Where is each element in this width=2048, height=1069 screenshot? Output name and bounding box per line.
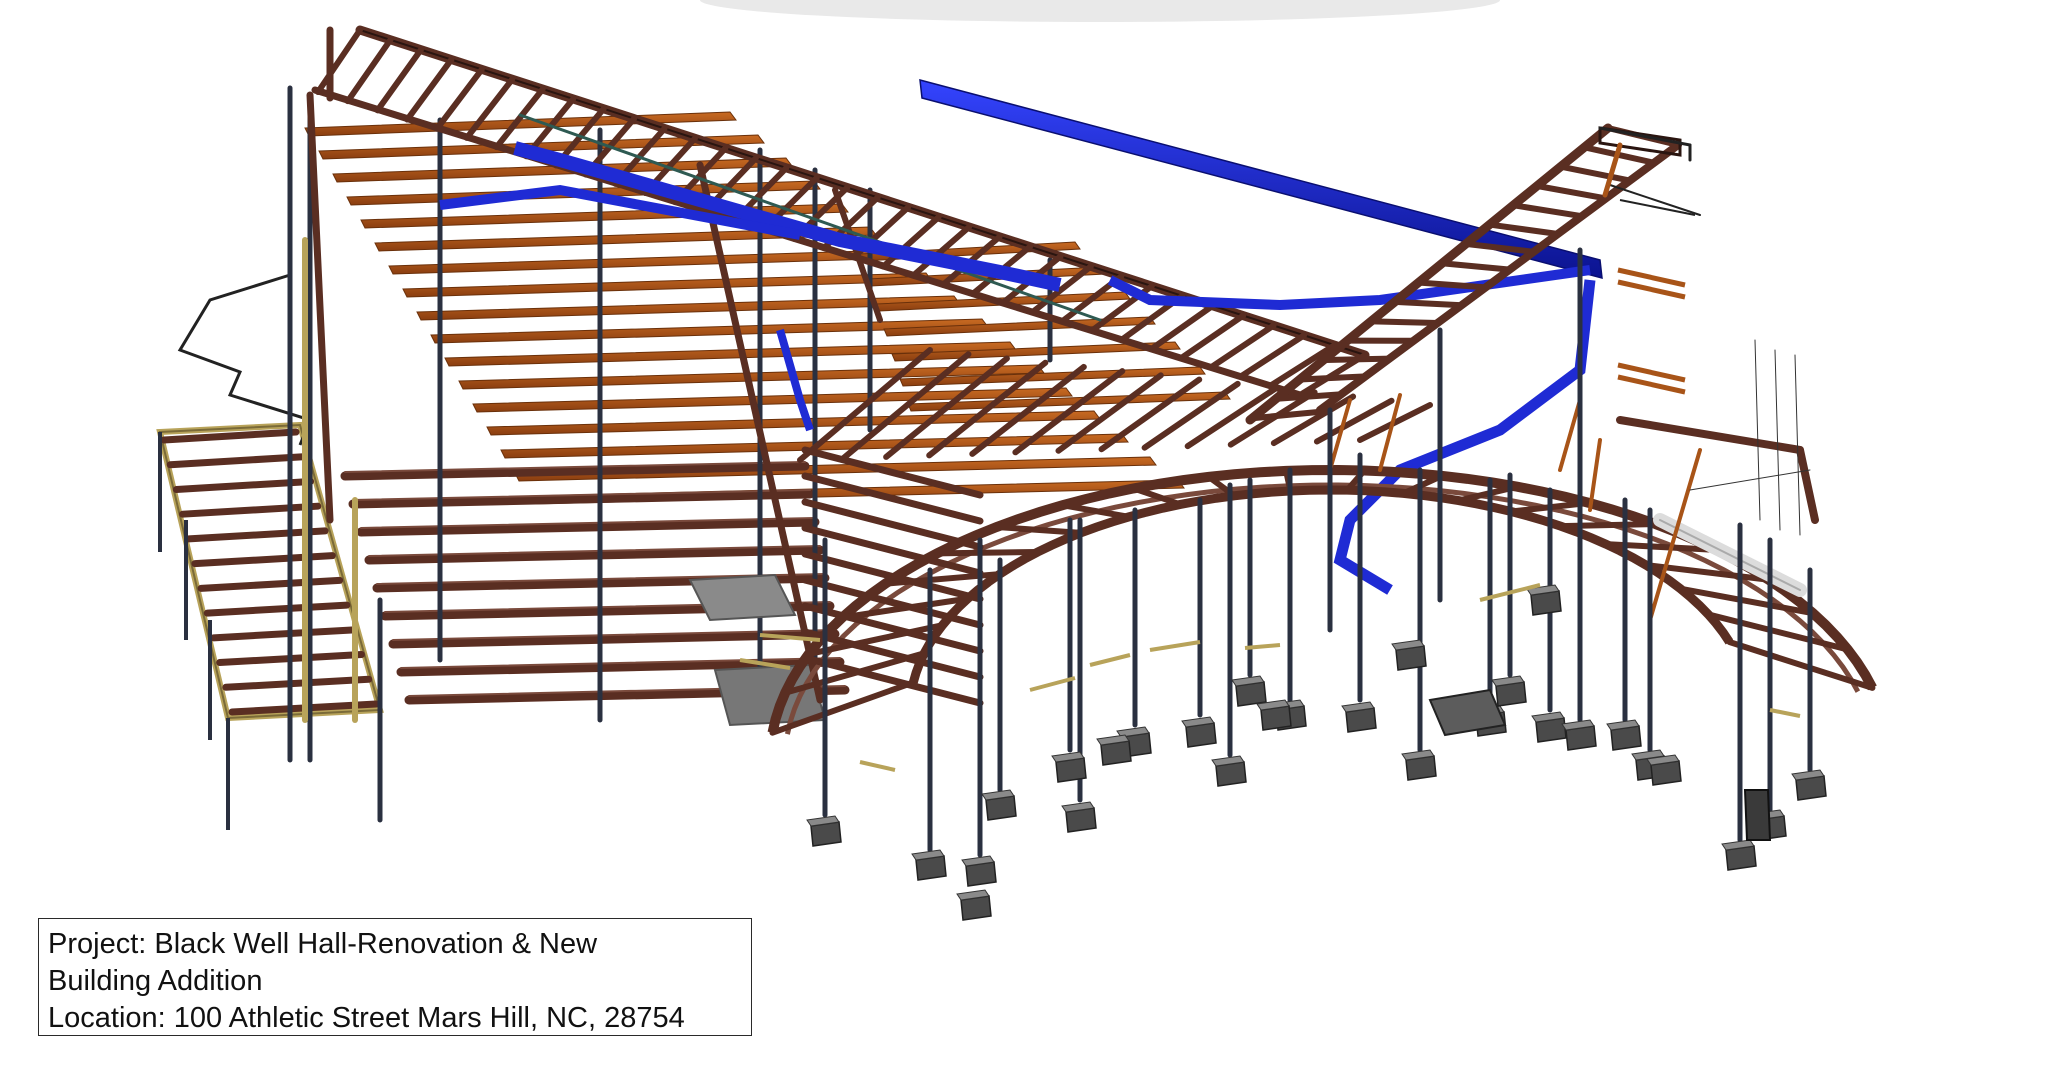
platform-joist <box>203 601 351 617</box>
end-slab-edge <box>1659 519 1801 591</box>
project-line: Project: Black Well Hall-Renovation & Ne… <box>48 928 598 960</box>
stair-tower-frame <box>1245 123 1701 703</box>
platform-joist <box>166 453 307 469</box>
platform-joist <box>197 576 344 592</box>
stair-tread <box>1487 221 1561 237</box>
roof-rafter <box>404 56 455 123</box>
stair-tread <box>1299 373 1369 383</box>
pile-cap <box>1743 789 1772 841</box>
wing-rafter <box>1098 376 1203 453</box>
hairline <box>1774 349 1781 531</box>
curved-rafter <box>1557 521 1659 530</box>
stair-tread <box>1322 355 1393 363</box>
hairline <box>1754 339 1761 521</box>
wing-floor-beam <box>801 498 984 551</box>
stair-tread <box>1440 260 1513 273</box>
platform-joist <box>222 675 373 691</box>
hairline <box>1794 354 1801 536</box>
deck-joist <box>402 272 933 298</box>
left-platform <box>156 421 384 830</box>
roof-rafter <box>493 86 546 151</box>
curved-rafter <box>934 549 1041 557</box>
stair-tread <box>1393 299 1465 309</box>
structural-model-view <box>156 0 1877 921</box>
wing-floor-beam <box>801 472 984 525</box>
stair-tread <box>1534 183 1609 202</box>
roof-rafter <box>374 46 424 114</box>
detached-beams-right <box>1617 199 1696 395</box>
roof-rafter <box>344 36 394 105</box>
deck-joists-left <box>304 111 1231 505</box>
top-shadow <box>700 0 1500 22</box>
platform-joist <box>179 502 322 518</box>
hairline <box>1689 469 1811 491</box>
end-frame <box>1616 416 1804 454</box>
location-line: Location: 100 Athletic Street Mars Hill,… <box>48 1002 685 1034</box>
title-block: Project: Black Well Hall-Renovation & Ne… <box>38 918 752 1036</box>
stair-tread <box>1510 202 1585 220</box>
platform-joist <box>209 626 358 642</box>
stair-stringer <box>1316 141 1682 414</box>
stair-tread <box>1557 163 1633 184</box>
roof-rafter <box>315 27 363 95</box>
roof-rafter <box>434 66 485 132</box>
tie <box>1558 398 1582 472</box>
deck-joist <box>388 249 905 275</box>
landing-rail <box>1598 126 1692 147</box>
project-line-continued: Building Addition <box>48 965 263 997</box>
stair-tread <box>1369 318 1441 326</box>
curved-inner-girder <box>908 485 1734 684</box>
end-frame <box>1796 446 1819 524</box>
